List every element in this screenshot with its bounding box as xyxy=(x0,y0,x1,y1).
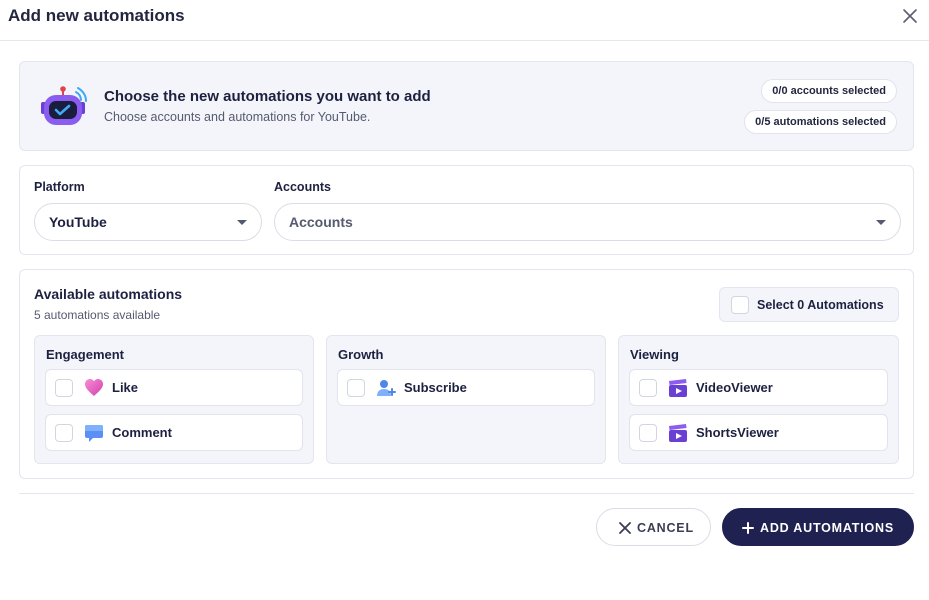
footer-divider xyxy=(19,493,914,494)
automation-item-subscribe[interactable]: Subscribe xyxy=(337,369,595,406)
automation-label: VideoViewer xyxy=(696,380,773,395)
robot-icon xyxy=(41,86,87,125)
select-all-label: Select 0 Automations xyxy=(757,298,884,312)
group-viewing: Viewing VideoViewer ShortsViewer xyxy=(618,335,899,464)
select-all-checkbox[interactable] xyxy=(731,296,749,314)
checkbox[interactable] xyxy=(639,424,657,442)
group-title: Engagement xyxy=(46,347,125,362)
close-icon[interactable] xyxy=(902,8,918,24)
automation-label: ShortsViewer xyxy=(696,425,779,440)
add-automations-label: ADD AUTOMATIONS xyxy=(760,521,894,535)
chevron-down-icon xyxy=(237,220,247,225)
accounts-placeholder: Accounts xyxy=(289,214,353,230)
checkbox[interactable] xyxy=(55,379,73,397)
modal-header: Add new automations xyxy=(0,0,929,41)
info-banner: Choose the new automations you want to a… xyxy=(19,61,914,151)
platform-value: YouTube xyxy=(49,214,107,230)
heart-icon xyxy=(85,379,103,396)
group-title: Growth xyxy=(338,347,384,362)
automations-count: 5 automations available xyxy=(34,308,161,322)
automation-label: Comment xyxy=(112,425,172,440)
video-clapper-icon xyxy=(669,379,687,397)
video-clapper-icon xyxy=(669,424,687,442)
add-automations-button[interactable]: ADD AUTOMATIONS xyxy=(722,508,914,546)
accounts-selected-badge: 0/0 accounts selected xyxy=(761,79,897,103)
group-engagement: Engagement Like Comment xyxy=(34,335,314,464)
plus-icon xyxy=(742,522,754,534)
group-title: Viewing xyxy=(630,347,679,362)
automations-selected-badge: 0/5 automations selected xyxy=(744,110,897,134)
automation-label: Subscribe xyxy=(404,380,467,395)
platform-select[interactable]: YouTube xyxy=(34,203,262,241)
modal-title: Add new automations xyxy=(8,6,185,25)
checkbox[interactable] xyxy=(55,424,73,442)
automation-item-comment[interactable]: Comment xyxy=(45,414,303,451)
close-icon xyxy=(619,522,631,534)
group-growth: Growth Subscribe xyxy=(326,335,606,464)
checkbox[interactable] xyxy=(639,379,657,397)
comment-icon xyxy=(85,425,103,442)
platform-label: Platform xyxy=(34,180,85,194)
automations-title: Available automations xyxy=(34,286,183,302)
automation-item-videoviewer[interactable]: VideoViewer xyxy=(629,369,888,406)
accounts-select[interactable]: Accounts xyxy=(274,203,901,241)
banner-title: Choose the new automations you want to a… xyxy=(104,88,431,105)
automations-panel: Available automations 5 automations avai… xyxy=(19,269,914,479)
select-all-button[interactable]: Select 0 Automations xyxy=(719,287,899,322)
selection-panel: Platform Accounts YouTube Accounts xyxy=(19,165,914,255)
automation-item-shortsviewer[interactable]: ShortsViewer xyxy=(629,414,888,451)
automation-label: Like xyxy=(112,380,139,395)
cancel-label: CANCEL xyxy=(637,521,694,535)
chevron-down-icon xyxy=(876,220,886,225)
checkbox[interactable] xyxy=(347,379,365,397)
banner-subtitle: Choose accounts and automations for YouT… xyxy=(104,110,371,124)
add-user-icon xyxy=(377,380,396,396)
accounts-label: Accounts xyxy=(274,180,331,194)
cancel-button[interactable]: CANCEL xyxy=(596,508,711,546)
automation-item-like[interactable]: Like xyxy=(45,369,303,406)
